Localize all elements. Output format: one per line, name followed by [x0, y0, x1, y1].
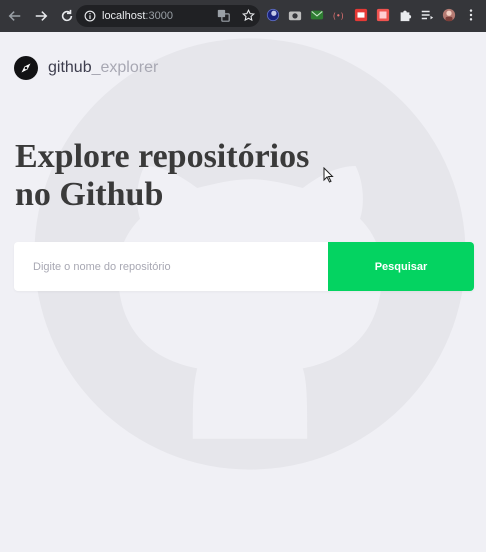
arrow-right-icon — [35, 11, 48, 21]
page-title: Explore repositórios no Github — [15, 138, 345, 214]
brand-name-secondary: _explorer — [91, 59, 159, 76]
puzzle-icon[interactable] — [398, 8, 412, 22]
star-icon[interactable] — [242, 9, 255, 22]
translate-icon[interactable] — [217, 9, 230, 22]
reload-button[interactable] — [56, 5, 78, 27]
extension-wave-icon[interactable]: (•) — [332, 8, 346, 22]
url-port: :3000 — [145, 10, 173, 22]
search-button[interactable]: Pesquisar — [328, 242, 474, 291]
compass-icon — [14, 56, 38, 80]
page-content: github_explorer Explore repositórios no … — [0, 32, 486, 552]
back-button[interactable] — [4, 5, 26, 27]
extension-pin-icon[interactable] — [376, 8, 390, 22]
url-host: localhost — [102, 10, 146, 22]
brand-name: github_explorer — [48, 59, 158, 77]
mouse-cursor-icon — [323, 167, 334, 183]
title-line-2: no Github — [15, 176, 164, 213]
extension-red-icon[interactable] — [354, 8, 368, 22]
profile-avatar[interactable] — [442, 8, 456, 22]
extension-camera-icon[interactable] — [288, 8, 302, 22]
svg-text:(•): (•) — [333, 12, 344, 21]
brand-name-primary: github — [48, 59, 92, 76]
queue-icon[interactable] — [420, 8, 434, 22]
forward-button[interactable] — [30, 5, 52, 27]
extension-mail-icon[interactable] — [310, 8, 324, 22]
search-form: Pesquisar — [14, 242, 474, 291]
info-icon[interactable] — [84, 10, 96, 22]
menu-dots-icon[interactable] — [464, 8, 478, 22]
url-text[interactable]: localhost:3000 — [102, 10, 173, 22]
extension-moon-icon[interactable] — [266, 8, 280, 22]
arrow-left-icon — [8, 11, 21, 21]
reload-icon — [61, 9, 73, 22]
brand-logo[interactable]: github_explorer — [14, 56, 158, 80]
browser-toolbar: localhost:3000 (•) — [0, 0, 486, 32]
extensions-bar: (•) — [266, 8, 478, 22]
repository-search-input[interactable] — [14, 242, 328, 291]
title-line-1: Explore repositórios — [15, 138, 310, 175]
